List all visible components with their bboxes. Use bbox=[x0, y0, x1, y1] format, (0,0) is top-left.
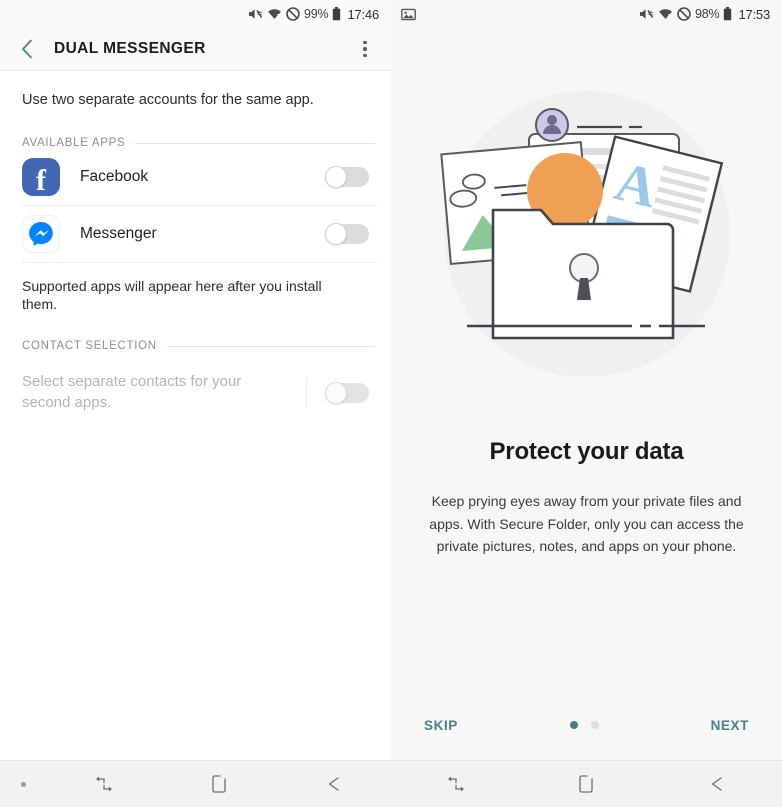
back-icon[interactable] bbox=[276, 774, 391, 794]
more-options-icon[interactable] bbox=[353, 36, 377, 62]
wifi-icon bbox=[267, 7, 282, 21]
contact-selection-row[interactable]: Select separate contacts for your second… bbox=[0, 352, 391, 413]
left-status-bar: 99% 17:46 bbox=[0, 0, 391, 28]
battery-percent: 99% bbox=[304, 7, 329, 21]
section-label: AVAILABLE APPS bbox=[22, 136, 126, 149]
onboarding-action-bar: SKIP NEXT bbox=[391, 698, 782, 752]
app-label: Messenger bbox=[80, 224, 157, 242]
vertical-divider bbox=[306, 377, 307, 408]
pagination-dots bbox=[569, 721, 599, 729]
messenger-icon bbox=[22, 214, 60, 253]
section-header-contact-selection: CONTACT SELECTION bbox=[0, 314, 391, 352]
recents-icon[interactable] bbox=[391, 774, 521, 794]
next-button[interactable]: NEXT bbox=[711, 718, 749, 733]
page-title: DUAL MESSENGER bbox=[54, 40, 206, 57]
app-label: Facebook bbox=[80, 167, 149, 185]
do-not-disturb-icon bbox=[677, 7, 691, 21]
image-icon bbox=[401, 8, 416, 21]
home-icon[interactable] bbox=[521, 773, 651, 795]
recents-icon[interactable] bbox=[46, 774, 161, 794]
left-phone-screen: 99% 17:46 DUAL MESSENGER Use two separat… bbox=[0, 0, 391, 807]
clock: 17:46 bbox=[347, 6, 379, 22]
battery-icon bbox=[723, 7, 732, 21]
dual-screenshot-container: 99% 17:46 DUAL MESSENGER Use two separat… bbox=[0, 0, 782, 807]
contact-selection-toggle[interactable] bbox=[325, 381, 369, 404]
nav-indicator-dot bbox=[0, 781, 46, 787]
pagination-dot-1[interactable] bbox=[569, 721, 578, 729]
do-not-disturb-icon bbox=[286, 7, 300, 21]
back-icon[interactable] bbox=[652, 774, 782, 794]
pagination-dot-2[interactable] bbox=[590, 721, 599, 729]
settings-content: Use two separate accounts for the same a… bbox=[0, 71, 391, 760]
wifi-icon bbox=[658, 7, 673, 21]
facebook-icon: f bbox=[22, 157, 60, 196]
section-rule bbox=[135, 142, 375, 144]
skip-button[interactable]: SKIP bbox=[424, 718, 458, 733]
toggle-knob bbox=[325, 222, 347, 245]
section-header-available-apps: AVAILABLE APPS bbox=[0, 111, 391, 149]
onboarding-headline: Protect your data bbox=[489, 438, 684, 465]
onboarding-content: A Protect your data Keep prying eyes awa… bbox=[391, 28, 782, 760]
right-status-bar: 98% 17:53 bbox=[391, 0, 782, 28]
app-bar: DUAL MESSENGER bbox=[0, 28, 391, 70]
toggle-knob bbox=[325, 165, 347, 188]
section-label: CONTACT SELECTION bbox=[22, 340, 157, 353]
home-icon[interactable] bbox=[161, 773, 276, 795]
battery-percent: 98% bbox=[695, 7, 720, 21]
battery-icon bbox=[332, 7, 341, 21]
app-row-facebook[interactable]: f Facebook bbox=[0, 149, 391, 205]
toggle-knob bbox=[325, 381, 347, 404]
mute-icon bbox=[248, 7, 263, 21]
right-navigation-bar bbox=[391, 760, 782, 807]
secure-folder-illustration: A bbox=[437, 86, 737, 376]
clock: 17:53 bbox=[738, 6, 770, 22]
messenger-toggle[interactable] bbox=[325, 222, 369, 245]
right-phone-screen: 98% 17:53 A Protect your data Keep pryin… bbox=[391, 0, 782, 807]
supported-apps-note: Supported apps will appear here after yo… bbox=[22, 277, 322, 313]
back-arrow-icon[interactable] bbox=[14, 36, 40, 62]
contact-selection-label: Select separate contacts for your second… bbox=[22, 373, 242, 411]
mute-icon bbox=[639, 7, 654, 21]
section-rule bbox=[166, 346, 375, 348]
facebook-toggle[interactable] bbox=[325, 165, 369, 188]
intro-text: Use two separate accounts for the same a… bbox=[22, 92, 314, 108]
app-row-messenger[interactable]: Messenger bbox=[0, 206, 391, 262]
left-navigation-bar bbox=[0, 760, 391, 807]
onboarding-subtext: Keep prying eyes away from your private … bbox=[429, 493, 744, 555]
